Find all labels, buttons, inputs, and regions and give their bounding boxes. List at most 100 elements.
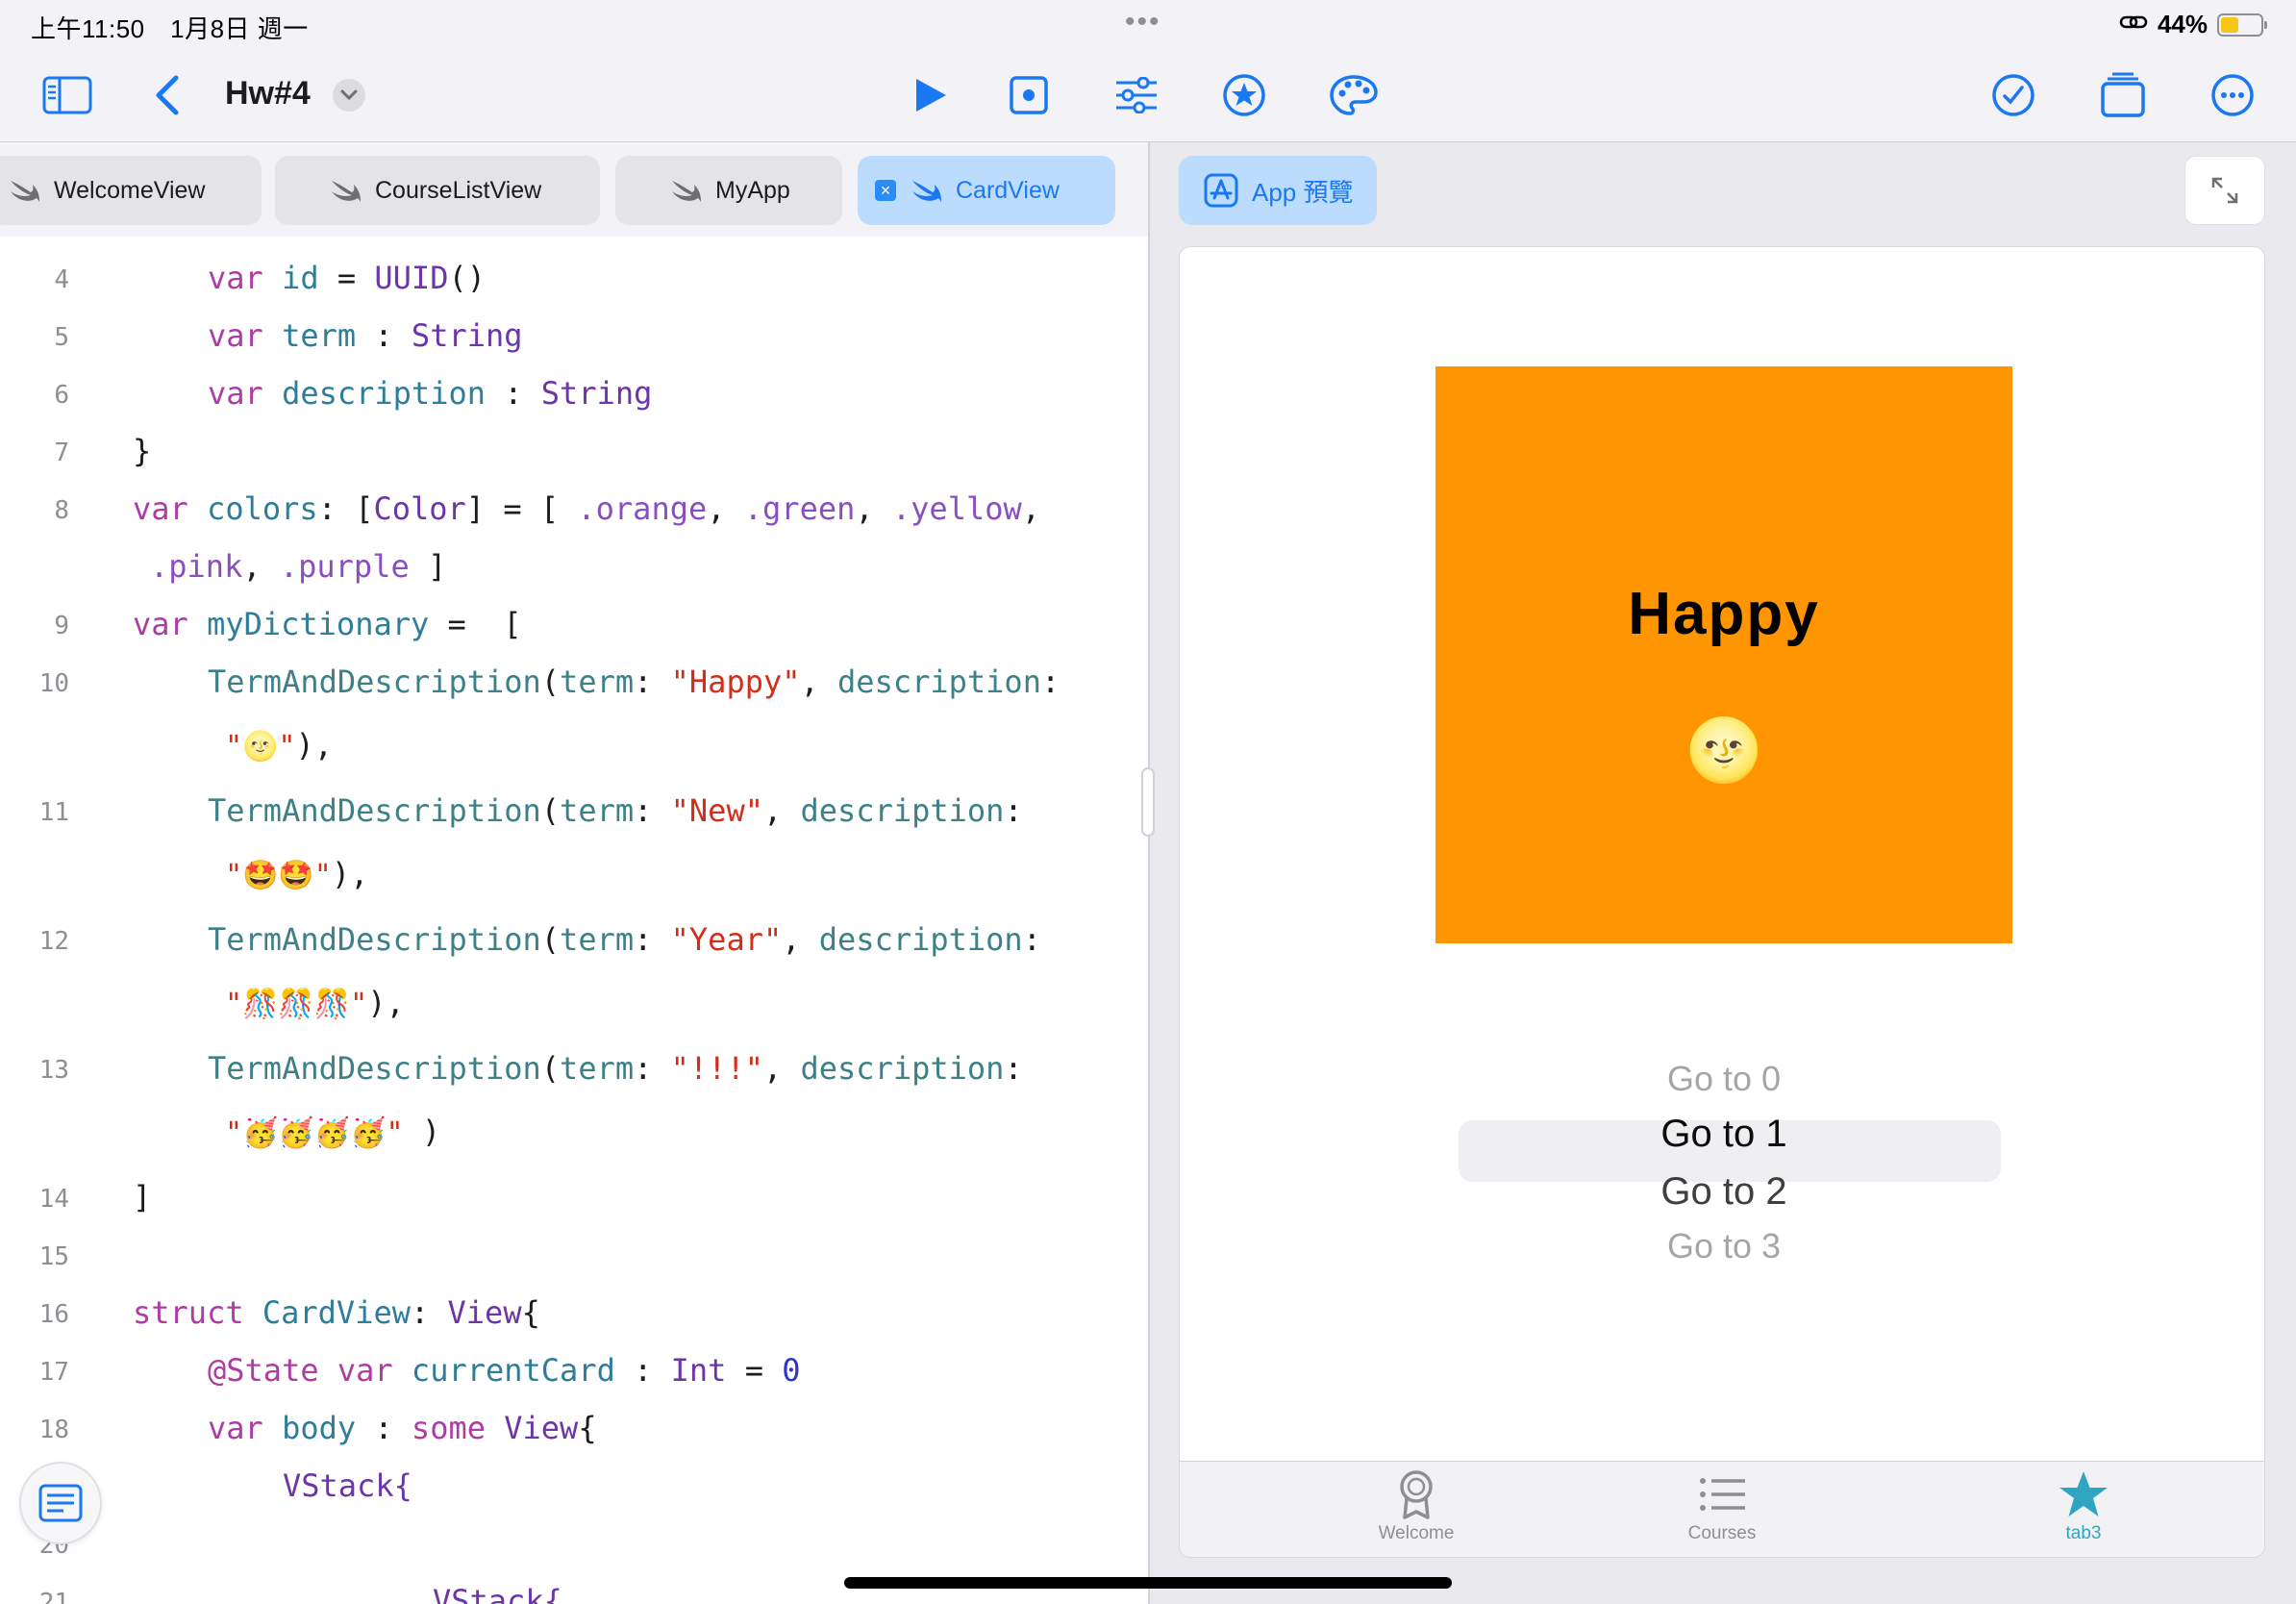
expand-arrows-icon (2211, 177, 2238, 204)
swift-icon (11, 181, 39, 202)
play-icon (916, 79, 946, 112)
code-line: } (133, 433, 152, 469)
code-line: TermAndDescription(term: "Happy", descri… (208, 664, 1061, 700)
tab-welcomeview[interactable]: WelcomeView (0, 156, 262, 225)
swift-icon (332, 181, 361, 202)
line-number: 9 (54, 612, 69, 640)
windows-button[interactable] (2096, 71, 2150, 119)
record-icon (1010, 76, 1048, 114)
battery-percent: 44% (2157, 10, 2208, 38)
stop-button[interactable] (1002, 71, 1056, 119)
star-circle-icon (1223, 74, 1265, 116)
award-icon (1400, 1470, 1433, 1519)
project-title[interactable]: Hw#4 (225, 75, 311, 113)
link-icon (2119, 10, 2148, 39)
status-time: 上午11:50 1月8日 週一 (31, 14, 309, 43)
line-number: 11 (38, 798, 69, 827)
picker-row[interactable]: Go to 2 (1447, 1170, 2001, 1214)
line-number: 6 (54, 381, 69, 410)
picker-row[interactable]: Go to 0 (1447, 1059, 2001, 1099)
document-text-icon (38, 1484, 83, 1522)
back-button[interactable] (140, 71, 194, 119)
chevron-down-icon (340, 89, 358, 101)
line-number: 7 (54, 439, 69, 467)
code-line: var colors: [Color] = [ .orange, .green,… (133, 490, 1041, 527)
line-number: 17 (38, 1358, 69, 1387)
code-line: VStack{ (283, 1467, 412, 1504)
status-right: 44% (2119, 10, 2267, 39)
tabbar-label: tab3 (2065, 1523, 2102, 1543)
code-line: var term : String (208, 317, 523, 354)
card-picker[interactable]: Go to 0 Go to 1 Go to 2 Go to 3 (1447, 1036, 2001, 1266)
code-line: TermAndDescription(term: "New", descript… (208, 792, 1023, 829)
project-menu-button[interactable] (333, 79, 365, 112)
list-icon (1700, 1478, 1745, 1511)
sidebar-icon (42, 76, 92, 114)
app-preview-device: Happy 🌝 Go to 0 Go to 1 Go to 2 Go to 3 … (1179, 246, 2265, 1558)
tabbar-item-welcome[interactable]: Welcome (1320, 1469, 1512, 1544)
code-line: VStack{ (433, 1583, 562, 1604)
code-line: @State var currentCard : Int = 0 (208, 1352, 801, 1389)
split-drag-handle[interactable] (1141, 767, 1155, 837)
app-preview-label: App 預覽 (1252, 177, 1354, 207)
line-number: 8 (54, 496, 69, 525)
code-line: TermAndDescription(term: "!!!", descript… (208, 1050, 1023, 1087)
line-number: 13 (38, 1056, 69, 1085)
code-line: var description : String (208, 375, 653, 412)
tab-label: CardView (956, 176, 1060, 204)
close-tab-icon[interactable]: ✕ (875, 180, 896, 201)
check-button[interactable] (1986, 71, 2040, 119)
more-button[interactable] (2206, 71, 2259, 119)
picker-row-selected[interactable]: Go to 1 (1447, 1113, 2001, 1156)
star-icon (2059, 1471, 2108, 1516)
tabbar-item-tab3[interactable]: tab3 (1987, 1469, 2180, 1544)
code-editor[interactable]: 4 5 6 7 8 9 10 11 12 13 14 15 16 17 18 2… (0, 237, 1148, 1604)
line-number: 5 (54, 323, 69, 352)
tabbar-label: Welcome (1378, 1523, 1455, 1543)
code-line: var myDictionary = [ (133, 606, 522, 642)
multitasking-dots[interactable]: ••• (1125, 6, 1161, 38)
line-number: 15 (38, 1242, 69, 1271)
run-button[interactable] (904, 71, 958, 119)
code-line: var id = UUID() (208, 260, 486, 296)
file-tabs: WelcomeView CourseListView MyApp ✕ CardV… (0, 156, 1135, 225)
line-number: 10 (38, 669, 69, 698)
tabbar-item-courses[interactable]: Courses (1626, 1469, 1818, 1544)
tab-label: WelcomeView (54, 176, 206, 204)
app-store-icon (1204, 173, 1238, 208)
chevron-left-icon (156, 75, 179, 115)
home-indicator[interactable] (844, 1577, 1452, 1589)
tab-myapp[interactable]: MyApp (615, 156, 842, 225)
app-preview-tab[interactable]: App 預覽 (1179, 156, 1377, 225)
tab-label: CourseListView (375, 176, 542, 204)
expand-preview-button[interactable] (2184, 156, 2265, 225)
code-line-wrap: .pink, .purple ] (150, 548, 447, 585)
swift-icon (912, 181, 941, 202)
code-line: var body : some View{ (208, 1410, 597, 1446)
settings-sliders-button[interactable] (1110, 71, 1163, 119)
tab-cardview[interactable]: ✕ CardView (858, 156, 1115, 225)
tab-courselistview[interactable]: CourseListView (275, 156, 600, 225)
code-line: struct CardView: View{ (133, 1294, 540, 1331)
code-line-wrap: "🤩🤩"), (225, 856, 369, 892)
line-number: 12 (38, 927, 69, 956)
stacked-windows-icon (2101, 72, 2145, 117)
sidebar-toggle-button[interactable] (40, 71, 94, 119)
line-number: 16 (38, 1300, 69, 1329)
card-description: 🌝 (1685, 715, 1762, 787)
ellipsis-circle-icon (2211, 74, 2254, 116)
card-term: Happy (1628, 581, 1820, 647)
toolbar: Hw#4 (0, 48, 2296, 142)
line-number: 4 (54, 265, 69, 294)
sliders-icon (1116, 77, 1157, 113)
picker-row[interactable]: Go to 3 (1447, 1226, 2001, 1266)
code-line-wrap: "🥳🥳🥳🥳" ) (225, 1114, 441, 1150)
status-bar: 上午11:50 1月8日 週一 ••• 44% (0, 0, 2296, 48)
code-line: ] (133, 1179, 152, 1216)
palette-button[interactable] (1327, 71, 1381, 119)
library-button[interactable] (1217, 71, 1271, 119)
line-number: 18 (38, 1416, 69, 1444)
tab-label: MyApp (715, 176, 790, 204)
documentation-button[interactable] (19, 1462, 102, 1544)
app-tab-bar: Welcome Courses tab3 (1180, 1461, 2264, 1557)
